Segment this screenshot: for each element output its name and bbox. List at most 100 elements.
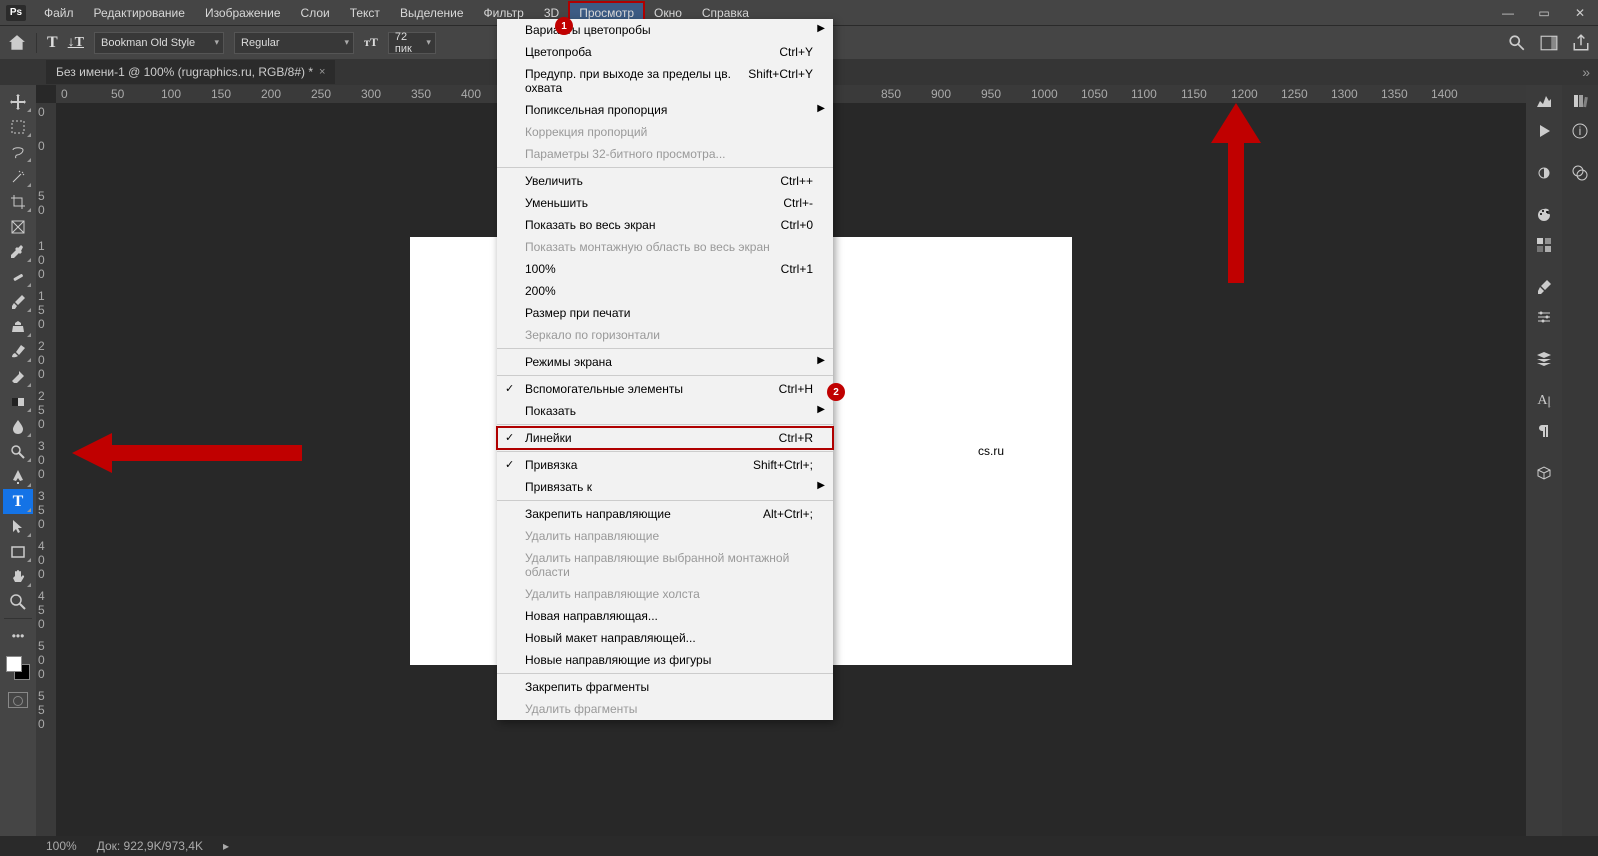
annotation-arrow-up (1211, 103, 1261, 283)
menu-item: Удалить направляющие выбранной монтажной… (497, 547, 833, 583)
dodge-tool[interactable] (3, 439, 33, 464)
annotation-badge-1: 1 (555, 17, 573, 35)
menu-text[interactable]: Текст (340, 2, 390, 24)
eyedropper-tool[interactable] (3, 239, 33, 264)
text-orientation-icon[interactable]: ↓T (68, 35, 84, 51)
menu-item[interactable]: Варианты цветопробы▶ (497, 19, 833, 41)
maximize-button[interactable]: ▭ (1526, 0, 1562, 25)
brush-settings-panel-icon[interactable] (1533, 307, 1555, 327)
tab-collapse-icon[interactable]: » (1582, 64, 1598, 80)
menu-item[interactable]: Режимы экрана▶ (497, 351, 833, 373)
menu-item[interactable]: Попиксельная пропорция▶ (497, 99, 833, 121)
vertical-ruler[interactable]: 0 050100150200250300350400450500550 (36, 103, 56, 836)
minimize-button[interactable]: — (1490, 0, 1526, 25)
lasso-tool[interactable] (3, 139, 33, 164)
brush-tool[interactable] (3, 289, 33, 314)
menu-item[interactable]: Показать во весь экранCtrl+0 (497, 214, 833, 236)
menu-item[interactable]: Новые направляющие из фигуры (497, 649, 833, 671)
menu-item[interactable]: Предупр. при выходе за пределы цв. охват… (497, 63, 833, 99)
healing-brush-tool[interactable] (3, 264, 33, 289)
window-controls: — ▭ ✕ (1490, 0, 1598, 25)
zoom-level[interactable]: 100% (46, 839, 77, 853)
menu-item[interactable]: Размер при печати (497, 302, 833, 324)
menu-item[interactable]: Закрепить фрагменты (497, 676, 833, 698)
histogram-panel-icon[interactable] (1533, 91, 1555, 111)
view-menu-dropdown: Варианты цветопробы▶ЦветопробаCtrl+YПред… (497, 19, 833, 720)
paragraph-panel-icon[interactable] (1533, 421, 1555, 441)
frame-tool[interactable] (3, 214, 33, 239)
type-tool-preset-icon[interactable]: T (47, 34, 58, 52)
menu-item[interactable]: УвеличитьCtrl++ (497, 170, 833, 192)
tab-close-icon[interactable]: × (319, 66, 325, 78)
font-family-select[interactable]: Bookman Old Style (94, 32, 224, 54)
adjustments-panel-icon[interactable] (1533, 163, 1555, 183)
menu-select[interactable]: Выделение (390, 2, 474, 24)
cc-panel-icon[interactable] (1569, 163, 1591, 183)
menu-item[interactable]: ✓ПривязкаShift+Ctrl+; (497, 454, 833, 476)
hand-tool[interactable] (3, 564, 33, 589)
menu-file[interactable]: Файл (34, 2, 84, 24)
doc-size[interactable]: Док: 922,9K/973,4K (97, 839, 203, 853)
character-panel-icon[interactable]: A| (1533, 391, 1555, 411)
layers-panel-icon[interactable] (1533, 349, 1555, 369)
menu-item: Зеркало по горизонтали (497, 324, 833, 346)
search-icon[interactable] (1508, 34, 1526, 52)
menu-item[interactable]: УменьшитьCtrl+- (497, 192, 833, 214)
svg-text:i: i (1579, 124, 1582, 138)
status-bar: 100% Док: 922,9K/973,4K ▸ (0, 836, 1598, 856)
menu-edit[interactable]: Редактирование (84, 2, 195, 24)
annotation-arrow-left (72, 433, 302, 473)
menu-item[interactable]: Показать▶ (497, 400, 833, 422)
menu-item[interactable]: ЦветопробаCtrl+Y (497, 41, 833, 63)
move-tool[interactable] (3, 89, 33, 114)
menu-item[interactable]: 100%Ctrl+1 (497, 258, 833, 280)
eraser-tool[interactable] (3, 364, 33, 389)
annotation-badge-2: 2 (827, 383, 845, 401)
menu-item[interactable]: Закрепить направляющиеAlt+Ctrl+; (497, 503, 833, 525)
edit-toolbar[interactable]: ••• (3, 623, 33, 648)
menu-item[interactable]: Новый макет направляющей... (497, 627, 833, 649)
marquee-tool[interactable] (3, 114, 33, 139)
menu-item: Удалить направляющие холста (497, 583, 833, 605)
3d-panel-icon[interactable] (1533, 463, 1555, 483)
home-button[interactable] (8, 34, 26, 52)
path-select-tool[interactable] (3, 514, 33, 539)
pen-tool[interactable] (3, 464, 33, 489)
crop-tool[interactable] (3, 189, 33, 214)
status-arrow-icon[interactable]: ▸ (223, 839, 237, 853)
menu-item[interactable]: 200% (497, 280, 833, 302)
document-tab[interactable]: Без имени-1 @ 100% (rugraphics.ru, RGB/8… (46, 60, 335, 84)
tools-panel: T ••• (0, 85, 36, 836)
blur-tool[interactable] (3, 414, 33, 439)
close-button[interactable]: ✕ (1562, 0, 1598, 25)
color-swatches[interactable] (4, 654, 32, 682)
menu-item[interactable]: ✓ЛинейкиCtrl+R (497, 427, 833, 449)
menu-layers[interactable]: Слои (291, 2, 340, 24)
quick-mask-toggle[interactable] (8, 692, 28, 708)
shape-tool[interactable] (3, 539, 33, 564)
libraries-icon[interactable] (1569, 91, 1591, 111)
color-panel-icon[interactable] (1533, 205, 1555, 225)
font-size-select[interactable]: 72 пик (388, 32, 436, 54)
workspace-icon[interactable] (1540, 34, 1558, 52)
canvas-text: cs.ru (978, 444, 1004, 458)
info-panel-icon[interactable]: i (1569, 121, 1591, 141)
history-brush-tool[interactable] (3, 339, 33, 364)
brush-panel-icon[interactable] (1533, 277, 1555, 297)
swatches-panel-icon[interactable] (1533, 235, 1555, 255)
font-style-select[interactable]: Regular (234, 32, 354, 54)
gradient-tool[interactable] (3, 389, 33, 414)
menu-image[interactable]: Изображение (195, 2, 291, 24)
menu-item[interactable]: ✓Вспомогательные элементыCtrl+H (497, 378, 833, 400)
panels-dock-inner: A| (1526, 85, 1562, 836)
play-panel-icon[interactable] (1533, 121, 1555, 141)
menu-item[interactable]: Новая направляющая... (497, 605, 833, 627)
zoom-tool[interactable] (3, 589, 33, 614)
menu-item[interactable]: Привязать к▶ (497, 476, 833, 498)
foreground-swatch[interactable] (6, 656, 22, 672)
share-icon[interactable] (1572, 34, 1590, 52)
panels-dock-outer: i (1562, 85, 1598, 836)
clone-stamp-tool[interactable] (3, 314, 33, 339)
type-tool[interactable]: T (3, 489, 33, 514)
magic-wand-tool[interactable] (3, 164, 33, 189)
